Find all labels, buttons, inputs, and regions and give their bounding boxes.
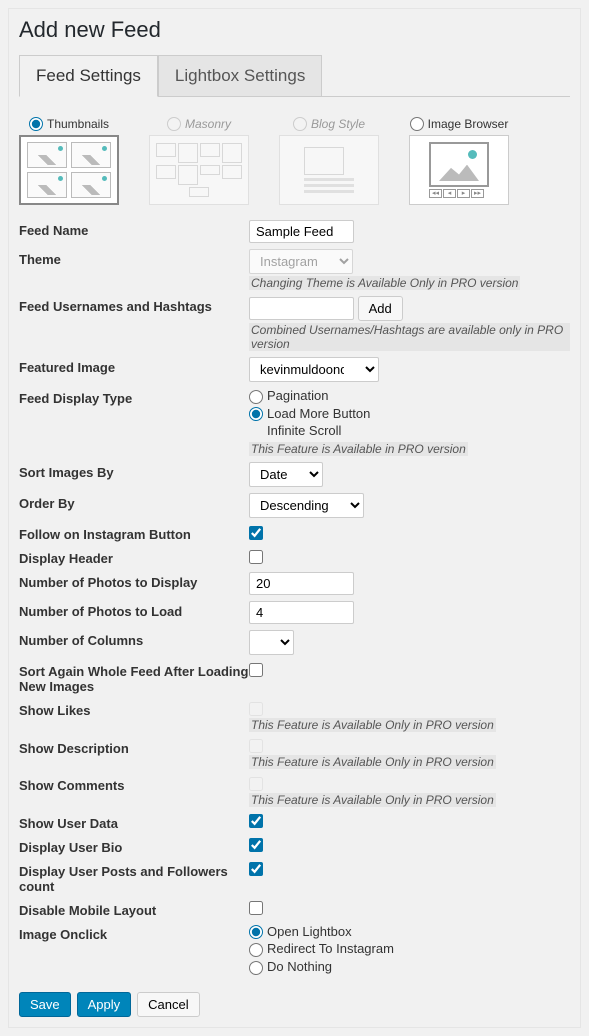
label-open-lightbox: Open Lightbox [267, 924, 352, 939]
tab-feed-settings[interactable]: Feed Settings [19, 55, 158, 97]
label-num-load: Number of Photos to Load [19, 601, 249, 619]
label-order-by: Order By [19, 493, 249, 511]
radio-thumbnails[interactable] [29, 117, 43, 131]
cancel-button[interactable]: Cancel [137, 992, 199, 1017]
label-load-more: Load More Button [267, 406, 370, 421]
tab-lightbox-settings[interactable]: Lightbox Settings [158, 55, 322, 96]
show-comments-checkbox [249, 777, 263, 791]
note-likes: This Feature is Available Only in PRO ve… [249, 718, 496, 732]
label-display-type: Feed Display Type [19, 388, 249, 406]
disable-mobile-checkbox[interactable] [249, 901, 263, 915]
usernames-input[interactable] [249, 297, 354, 320]
label-featured: Featured Image [19, 357, 249, 375]
display-header-checkbox[interactable] [249, 550, 263, 564]
note-comments: This Feature is Available Only in PRO ve… [249, 793, 496, 807]
radio-load-more[interactable] [249, 407, 263, 421]
note-combined: Combined Usernames/Hashtags are availabl… [249, 323, 570, 351]
note-desc: This Feature is Available Only in PRO ve… [249, 755, 496, 769]
label-infinite: Infinite Scroll [267, 423, 341, 438]
label-display-bio: Display User Bio [19, 837, 249, 855]
display-posts-checkbox[interactable] [249, 862, 263, 876]
num-display-input[interactable] [249, 572, 354, 595]
layout-masonry-preview [149, 135, 249, 205]
label-show-desc: Show Description [19, 738, 249, 756]
layout-masonry-label: Masonry [185, 117, 231, 131]
show-user-data-checkbox[interactable] [249, 814, 263, 828]
layout-browser-radio[interactable]: Image Browser [410, 117, 509, 131]
add-button[interactable]: Add [358, 296, 403, 321]
follow-checkbox[interactable] [249, 526, 263, 540]
feed-name-input[interactable] [249, 220, 354, 243]
featured-select[interactable]: kevinmuldoondotcom [249, 357, 379, 382]
layout-thumbnails-preview[interactable] [19, 135, 119, 205]
layout-options: Thumbnails Masonry Blog Style Image Brow… [19, 117, 570, 205]
label-do-nothing: Do Nothing [267, 959, 332, 974]
layout-masonry-radio: Masonry [167, 117, 231, 131]
layout-browser-label: Image Browser [428, 117, 509, 131]
label-image-onclick: Image Onclick [19, 924, 249, 942]
label-sort-again: Sort Again Whole Feed After Loading New … [19, 661, 249, 694]
note-display-type: This Feature is Available in PRO version [249, 442, 468, 456]
radio-blog [293, 117, 307, 131]
num-load-input[interactable] [249, 601, 354, 624]
layout-blog-preview [279, 135, 379, 205]
display-bio-checkbox[interactable] [249, 838, 263, 852]
layout-browser-preview[interactable]: ◂◂◂▸▸▸ [409, 135, 509, 205]
label-num-display: Number of Photos to Display [19, 572, 249, 590]
radio-browser[interactable] [410, 117, 424, 131]
label-num-cols: Number of Columns [19, 630, 249, 648]
radio-do-nothing[interactable] [249, 961, 263, 975]
save-button[interactable]: Save [19, 992, 71, 1017]
radio-open-lightbox[interactable] [249, 925, 263, 939]
sort-again-checkbox[interactable] [249, 663, 263, 677]
label-disable-mobile: Disable Mobile Layout [19, 900, 249, 918]
label-show-likes: Show Likes [19, 700, 249, 718]
show-likes-checkbox [249, 702, 263, 716]
show-desc-checkbox [249, 739, 263, 753]
tabs: Feed Settings Lightbox Settings [19, 55, 570, 97]
radio-pagination[interactable] [249, 390, 263, 404]
theme-select: Instagram [249, 249, 353, 274]
num-cols-select[interactable]: 4 [249, 630, 294, 655]
apply-button[interactable]: Apply [77, 992, 132, 1017]
order-by-select[interactable]: Descending [249, 493, 364, 518]
note-theme: Changing Theme is Available Only in PRO … [249, 276, 520, 290]
layout-thumbnails-radio[interactable]: Thumbnails [29, 117, 109, 131]
sort-by-select[interactable]: Date [249, 462, 323, 487]
page-title: Add new Feed [19, 17, 570, 43]
label-display-posts: Display User Posts and Followers count [19, 861, 249, 894]
label-display-header: Display Header [19, 548, 249, 566]
layout-blog-label: Blog Style [311, 117, 365, 131]
label-usernames: Feed Usernames and Hashtags [19, 296, 249, 314]
label-pagination: Pagination [267, 388, 328, 403]
label-feed-name: Feed Name [19, 220, 249, 238]
label-show-user-data: Show User Data [19, 813, 249, 831]
label-theme: Theme [19, 249, 249, 267]
layout-blog-radio: Blog Style [293, 117, 365, 131]
radio-masonry [167, 117, 181, 131]
label-show-comments: Show Comments [19, 775, 249, 793]
label-redirect: Redirect To Instagram [267, 941, 394, 956]
label-follow-btn: Follow on Instagram Button [19, 524, 249, 542]
label-sort-by: Sort Images By [19, 462, 249, 480]
layout-thumbnails-label: Thumbnails [47, 117, 109, 131]
radio-redirect[interactable] [249, 943, 263, 957]
